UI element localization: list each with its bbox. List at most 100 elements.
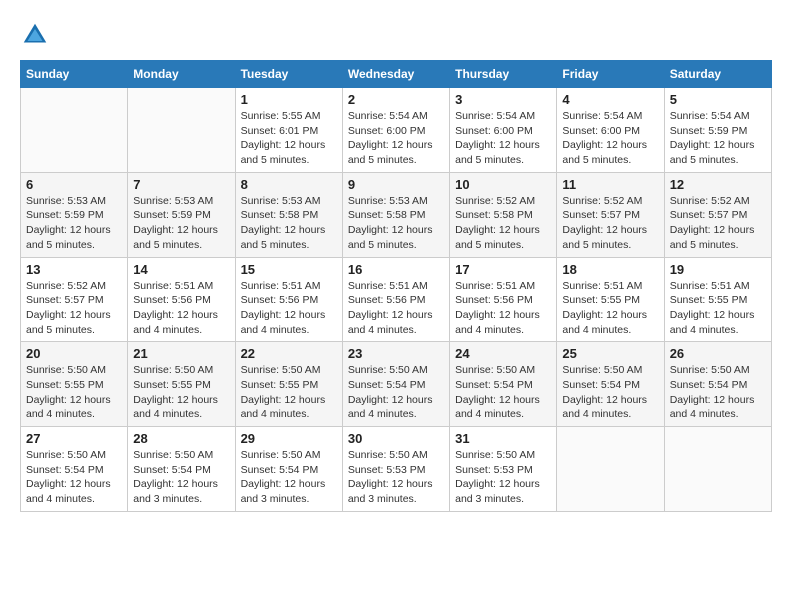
calendar-cell: 31 Sunrise: 5:50 AM Sunset: 5:53 PM Dayli…	[450, 427, 557, 512]
calendar-cell: 27 Sunrise: 5:50 AM Sunset: 5:54 PM Dayli…	[21, 427, 128, 512]
day-number: 18	[562, 262, 658, 277]
day-info: Sunrise: 5:51 AM Sunset: 5:55 PM Dayligh…	[562, 279, 658, 338]
day-info: Sunrise: 5:50 AM Sunset: 5:55 PM Dayligh…	[241, 363, 337, 422]
day-info: Sunrise: 5:52 AM Sunset: 5:57 PM Dayligh…	[670, 194, 766, 253]
day-info: Sunrise: 5:50 AM Sunset: 5:54 PM Dayligh…	[348, 363, 444, 422]
calendar-week-2: 6 Sunrise: 5:53 AM Sunset: 5:59 PM Daylig…	[21, 172, 772, 257]
day-number: 26	[670, 346, 766, 361]
calendar-cell: 1 Sunrise: 5:55 AM Sunset: 6:01 PM Daylig…	[235, 88, 342, 173]
day-number: 22	[241, 346, 337, 361]
calendar-cell: 19 Sunrise: 5:51 AM Sunset: 5:55 PM Dayli…	[664, 257, 771, 342]
day-number: 9	[348, 177, 444, 192]
day-info: Sunrise: 5:52 AM Sunset: 5:57 PM Dayligh…	[26, 279, 122, 338]
calendar-cell: 7 Sunrise: 5:53 AM Sunset: 5:59 PM Daylig…	[128, 172, 235, 257]
day-info: Sunrise: 5:54 AM Sunset: 6:00 PM Dayligh…	[562, 109, 658, 168]
calendar-cell: 13 Sunrise: 5:52 AM Sunset: 5:57 PM Dayli…	[21, 257, 128, 342]
weekday-header-saturday: Saturday	[664, 61, 771, 88]
day-number: 17	[455, 262, 551, 277]
calendar-cell: 26 Sunrise: 5:50 AM Sunset: 5:54 PM Dayli…	[664, 342, 771, 427]
day-number: 21	[133, 346, 229, 361]
day-info: Sunrise: 5:53 AM Sunset: 5:59 PM Dayligh…	[26, 194, 122, 253]
weekday-header-wednesday: Wednesday	[342, 61, 449, 88]
day-info: Sunrise: 5:53 AM Sunset: 5:58 PM Dayligh…	[348, 194, 444, 253]
day-number: 24	[455, 346, 551, 361]
calendar-cell: 29Sunrise: 5:50 AM Sunset: 5:54 PM Dayli…	[235, 427, 342, 512]
calendar-cell: 12 Sunrise: 5:52 AM Sunset: 5:57 PM Dayli…	[664, 172, 771, 257]
logo	[20, 20, 54, 50]
calendar-cell: 14Sunrise: 5:51 AM Sunset: 5:56 PM Dayli…	[128, 257, 235, 342]
calendar-cell	[664, 427, 771, 512]
day-info: Sunrise: 5:50 AM Sunset: 5:55 PM Dayligh…	[26, 363, 122, 422]
calendar-cell: 24 Sunrise: 5:50 AM Sunset: 5:54 PM Dayli…	[450, 342, 557, 427]
day-number: 31	[455, 431, 551, 446]
day-info: Sunrise: 5:50 AM Sunset: 5:55 PM Dayligh…	[133, 363, 229, 422]
day-info: Sunrise: 5:53 AM Sunset: 5:58 PM Dayligh…	[241, 194, 337, 253]
day-info: Sunrise: 5:50 AM Sunset: 5:53 PM Dayligh…	[348, 448, 444, 507]
day-number: 25	[562, 346, 658, 361]
calendar-cell: 18 Sunrise: 5:51 AM Sunset: 5:55 PM Dayli…	[557, 257, 664, 342]
calendar-week-5: 27 Sunrise: 5:50 AM Sunset: 5:54 PM Dayli…	[21, 427, 772, 512]
day-info: Sunrise: 5:50 AM Sunset: 5:54 PM Dayligh…	[455, 363, 551, 422]
day-number: 19	[670, 262, 766, 277]
day-number: 28	[133, 431, 229, 446]
day-info: Sunrise: 5:54 AM Sunset: 6:00 PM Dayligh…	[455, 109, 551, 168]
day-info: Sunrise: 5:51 AM Sunset: 5:56 PM Dayligh…	[348, 279, 444, 338]
day-number: 6	[26, 177, 122, 192]
day-info: Sunrise: 5:50 AM Sunset: 5:54 PM Dayligh…	[670, 363, 766, 422]
calendar-cell: 6 Sunrise: 5:53 AM Sunset: 5:59 PM Daylig…	[21, 172, 128, 257]
calendar-cell	[557, 427, 664, 512]
day-info: Sunrise: 5:50 AM Sunset: 5:53 PM Dayligh…	[455, 448, 551, 507]
calendar-cell: 8 Sunrise: 5:53 AM Sunset: 5:58 PM Daylig…	[235, 172, 342, 257]
day-number: 1	[241, 92, 337, 107]
calendar-cell: 17 Sunrise: 5:51 AM Sunset: 5:56 PM Dayli…	[450, 257, 557, 342]
day-number: 10	[455, 177, 551, 192]
day-info: Sunrise: 5:53 AM Sunset: 5:59 PM Dayligh…	[133, 194, 229, 253]
weekday-header-friday: Friday	[557, 61, 664, 88]
calendar-cell: 15 Sunrise: 5:51 AM Sunset: 5:56 PM Dayli…	[235, 257, 342, 342]
weekday-header-row: SundayMondayTuesdayWednesdayThursdayFrid…	[21, 61, 772, 88]
day-number: 16	[348, 262, 444, 277]
weekday-header-tuesday: Tuesday	[235, 61, 342, 88]
day-info: Sunrise: 5:52 AM Sunset: 5:57 PM Dayligh…	[562, 194, 658, 253]
day-info: Sunrise: 5:51 AM Sunset: 5:56 PM Dayligh…	[455, 279, 551, 338]
weekday-header-thursday: Thursday	[450, 61, 557, 88]
weekday-header-sunday: Sunday	[21, 61, 128, 88]
calendar-cell: 20Sunrise: 5:50 AM Sunset: 5:55 PM Dayli…	[21, 342, 128, 427]
day-number: 29	[241, 431, 337, 446]
day-number: 7	[133, 177, 229, 192]
calendar-cell: 10Sunrise: 5:52 AM Sunset: 5:58 PM Dayli…	[450, 172, 557, 257]
day-info: Sunrise: 5:51 AM Sunset: 5:56 PM Dayligh…	[241, 279, 337, 338]
day-info: Sunrise: 5:51 AM Sunset: 5:55 PM Dayligh…	[670, 279, 766, 338]
calendar-table: SundayMondayTuesdayWednesdayThursdayFrid…	[20, 60, 772, 512]
calendar-cell: 28 Sunrise: 5:50 AM Sunset: 5:54 PM Dayli…	[128, 427, 235, 512]
day-number: 12	[670, 177, 766, 192]
day-info: Sunrise: 5:51 AM Sunset: 5:56 PM Dayligh…	[133, 279, 229, 338]
calendar-cell: 11 Sunrise: 5:52 AM Sunset: 5:57 PM Dayli…	[557, 172, 664, 257]
calendar-cell: 5Sunrise: 5:54 AM Sunset: 5:59 PM Daylig…	[664, 88, 771, 173]
day-info: Sunrise: 5:50 AM Sunset: 5:54 PM Dayligh…	[26, 448, 122, 507]
logo-icon	[20, 20, 50, 50]
day-number: 13	[26, 262, 122, 277]
calendar-cell: 25Sunrise: 5:50 AM Sunset: 5:54 PM Dayli…	[557, 342, 664, 427]
calendar-cell: 30Sunrise: 5:50 AM Sunset: 5:53 PM Dayli…	[342, 427, 449, 512]
calendar-cell: 2 Sunrise: 5:54 AM Sunset: 6:00 PM Daylig…	[342, 88, 449, 173]
day-info: Sunrise: 5:54 AM Sunset: 6:00 PM Dayligh…	[348, 109, 444, 168]
day-info: Sunrise: 5:55 AM Sunset: 6:01 PM Dayligh…	[241, 109, 337, 168]
page-header	[20, 20, 772, 50]
day-number: 8	[241, 177, 337, 192]
day-info: Sunrise: 5:54 AM Sunset: 5:59 PM Dayligh…	[670, 109, 766, 168]
day-number: 15	[241, 262, 337, 277]
calendar-cell	[21, 88, 128, 173]
day-number: 3	[455, 92, 551, 107]
calendar-cell: 22 Sunrise: 5:50 AM Sunset: 5:55 PM Dayli…	[235, 342, 342, 427]
calendar-cell: 4 Sunrise: 5:54 AM Sunset: 6:00 PM Daylig…	[557, 88, 664, 173]
calendar-cell: 9 Sunrise: 5:53 AM Sunset: 5:58 PM Daylig…	[342, 172, 449, 257]
day-number: 11	[562, 177, 658, 192]
calendar-cell: 23 Sunrise: 5:50 AM Sunset: 5:54 PM Dayli…	[342, 342, 449, 427]
day-info: Sunrise: 5:50 AM Sunset: 5:54 PM Dayligh…	[133, 448, 229, 507]
day-number: 2	[348, 92, 444, 107]
calendar-cell	[128, 88, 235, 173]
day-number: 23	[348, 346, 444, 361]
day-number: 27	[26, 431, 122, 446]
day-number: 4	[562, 92, 658, 107]
